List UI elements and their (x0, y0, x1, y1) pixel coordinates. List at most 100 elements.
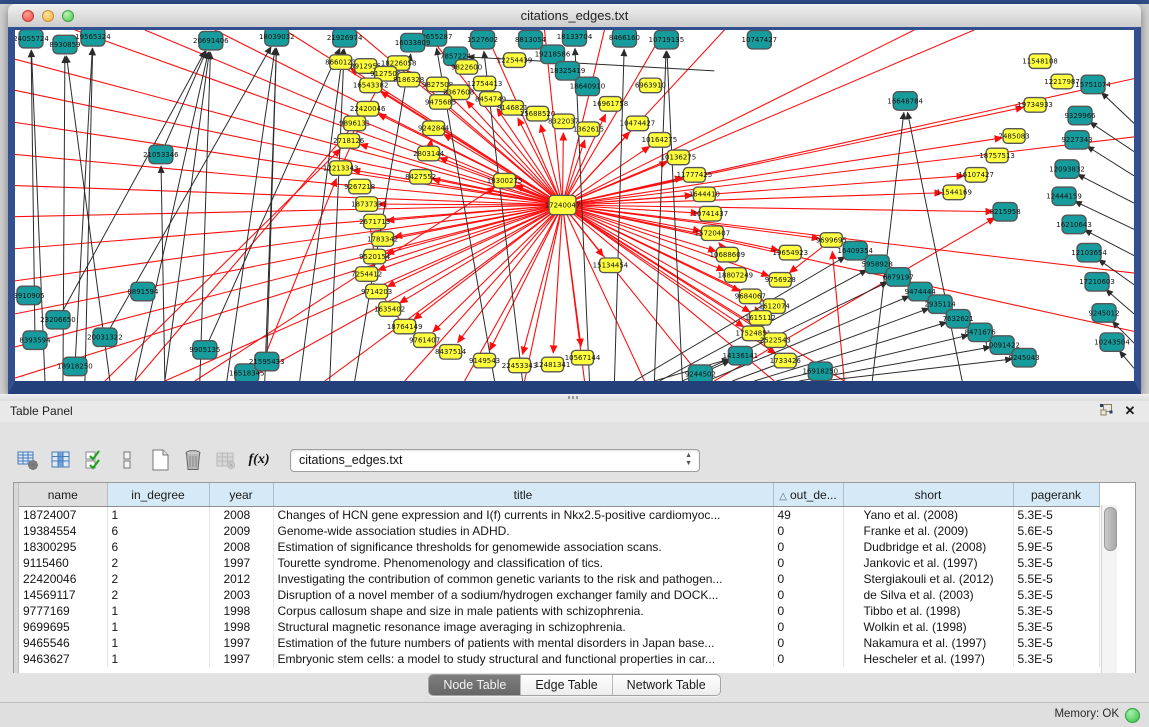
network-node[interactable]: 9520154 (359, 249, 390, 264)
network-node[interactable]: 21926974 (327, 30, 363, 47)
table-cell[interactable]: Estimation of the future numbers of pati… (273, 635, 773, 651)
network-node[interactable]: 9699695 (816, 233, 847, 248)
network-edge[interactable] (1087, 146, 1134, 176)
table-cell[interactable]: 0 (773, 619, 843, 635)
table-cell[interactable]: 1 (107, 651, 209, 667)
table-cell[interactable]: 2 (107, 571, 209, 587)
table-cell[interactable]: 0 (773, 651, 843, 667)
network-edge[interactable] (822, 359, 1012, 381)
table-cell[interactable]: 9115460 (19, 555, 107, 571)
table-cell[interactable]: Estimation of significance thresholds fo… (273, 539, 773, 555)
network-edge[interactable] (205, 48, 340, 349)
table-cell[interactable]: 2008 (209, 507, 273, 524)
network-node[interactable]: 6963910 (635, 78, 666, 93)
network-edge[interactable] (563, 30, 915, 205)
network-node[interactable]: 8393594 (19, 331, 50, 349)
table-cell[interactable]: 2008 (209, 539, 273, 555)
network-node[interactable]: 9475685 (425, 95, 456, 110)
tab-edge-table[interactable]: Edge Table (521, 675, 612, 695)
table-cell[interactable]: Disruption of a novel member of a sodium… (273, 587, 773, 603)
table-selector-dropdown[interactable]: citations_edges.txt ▲▼ (290, 449, 700, 472)
table-cell[interactable]: Stergiakouli et al. (2012) (843, 571, 1013, 587)
network-edge[interactable] (105, 149, 340, 381)
network-node[interactable]: 12103654 (1071, 243, 1107, 261)
network-node[interactable]: 9267218 (344, 179, 375, 194)
table-cell[interactable]: Nakamura et al. (1997) (843, 635, 1013, 651)
tab-node-table[interactable]: Node Table (429, 675, 521, 695)
tab-network-table[interactable]: Network Table (613, 675, 720, 695)
network-node[interactable]: 1733426 (770, 353, 801, 368)
table-cell[interactable]: 2009 (209, 523, 273, 539)
network-node[interactable]: 7254412 (351, 267, 382, 282)
network-node[interactable]: 18133704 (557, 30, 593, 46)
table-cell[interactable]: 1 (107, 507, 209, 524)
rows-icon[interactable] (115, 448, 139, 472)
table-cell[interactable]: Embryonic stem cells: a model to study s… (273, 651, 773, 667)
table-cell[interactable]: 1 (107, 619, 209, 635)
table-cell[interactable]: 0 (773, 603, 843, 619)
network-node[interactable]: 24055724 (15, 30, 49, 48)
table-row[interactable]: 946362711997Embryonic stem cells: a mode… (19, 651, 1099, 667)
network-node[interactable]: 2718126 (333, 134, 364, 149)
table-cell[interactable]: 5.3E-5 (1013, 555, 1099, 571)
table-cell[interactable]: Changes of HCN gene expression and I(f) … (273, 507, 773, 524)
network-node[interactable]: 10164275 (642, 133, 678, 148)
table-cell[interactable]: 1997 (209, 651, 273, 667)
network-node[interactable]: 17210603 (1079, 273, 1115, 291)
network-node[interactable]: 1635402 (374, 302, 405, 317)
table-cell[interactable]: 0 (773, 635, 843, 651)
network-node[interactable]: 12444159 (1046, 187, 1082, 205)
network-node[interactable]: 9245043 (1009, 348, 1040, 366)
network-node[interactable]: 8215958 (990, 203, 1021, 221)
network-node[interactable]: 8466160 (609, 30, 640, 47)
table-cell[interactable]: Dudbridge et al. (2008) (843, 539, 1013, 555)
table-cell[interactable]: Jankovic et al. (1997) (843, 555, 1013, 571)
network-node[interactable]: 2522543 (760, 333, 791, 348)
network-node[interactable]: 10719135 (649, 30, 685, 48)
network-node[interactable]: 19734933 (1017, 98, 1053, 113)
show-column-icon[interactable] (49, 448, 73, 472)
table-cell[interactable]: 6 (107, 523, 209, 539)
table-cell[interactable]: Structural magnetic resonance image aver… (273, 619, 773, 635)
table-cell[interactable]: Tourette syndrome. Phenomenology and cla… (273, 555, 773, 571)
column-header-out-de-[interactable]: △out_de... (773, 483, 843, 507)
network-node[interactable]: 9905135 (189, 341, 220, 359)
network-node[interactable]: 18918250 (57, 357, 93, 375)
table-cell[interactable]: Wolkin et al. (1998) (843, 619, 1013, 635)
scrollbar-thumb[interactable] (1104, 507, 1117, 551)
network-edge[interactable] (245, 205, 563, 381)
network-node[interactable]: 11548108 (1022, 54, 1058, 69)
table-cell[interactable]: 9465546 (19, 635, 107, 651)
network-node[interactable]: 15134454 (593, 258, 629, 273)
table-cell[interactable]: 2012 (209, 571, 273, 587)
network-canvas[interactable]: 1724004718300275240557248930859195653242… (15, 30, 1134, 381)
table-cell[interactable]: 2003 (209, 587, 273, 603)
network-node[interactable]: 1644410 (689, 187, 720, 202)
table-cell[interactable]: 49 (773, 507, 843, 524)
network-node[interactable]: 9761407 (409, 333, 440, 348)
network-edge[interactable] (832, 252, 844, 381)
table-cell[interactable]: 0 (773, 523, 843, 539)
table-cell[interactable]: Genome-wide association studies in ADHD. (273, 523, 773, 539)
network-node[interactable]: 9149543 (469, 353, 500, 368)
table-cell[interactable]: de Silva et al. (2003) (843, 587, 1013, 603)
network-node[interactable]: 9242844 (418, 121, 449, 136)
table-cell[interactable]: 0 (773, 587, 843, 603)
network-node[interactable]: 21053346 (143, 145, 179, 163)
network-node[interactable]: 20031322 (87, 328, 123, 346)
table-row[interactable]: 1456911722003Disruption of a novel membe… (19, 587, 1099, 603)
table-cell[interactable]: 1997 (209, 555, 273, 571)
table-cell[interactable]: 5.3E-5 (1013, 619, 1099, 635)
column-header-year[interactable]: year (209, 483, 273, 507)
network-node[interactable]: 2803144 (413, 146, 444, 161)
network-edge[interactable] (667, 51, 682, 381)
network-node[interactable]: 7485083 (999, 129, 1030, 144)
network-edge[interactable] (563, 133, 564, 205)
network-node[interactable]: 12254439 (497, 53, 533, 68)
table-row[interactable]: 977716911998Corpus callosum shape and si… (19, 603, 1099, 619)
network-edge[interactable] (1120, 351, 1134, 368)
network-edge[interactable] (15, 90, 563, 205)
network-node[interactable]: 8186328 (393, 72, 424, 87)
table-cell[interactable]: 2 (107, 555, 209, 571)
table-cell[interactable]: 1997 (209, 635, 273, 651)
